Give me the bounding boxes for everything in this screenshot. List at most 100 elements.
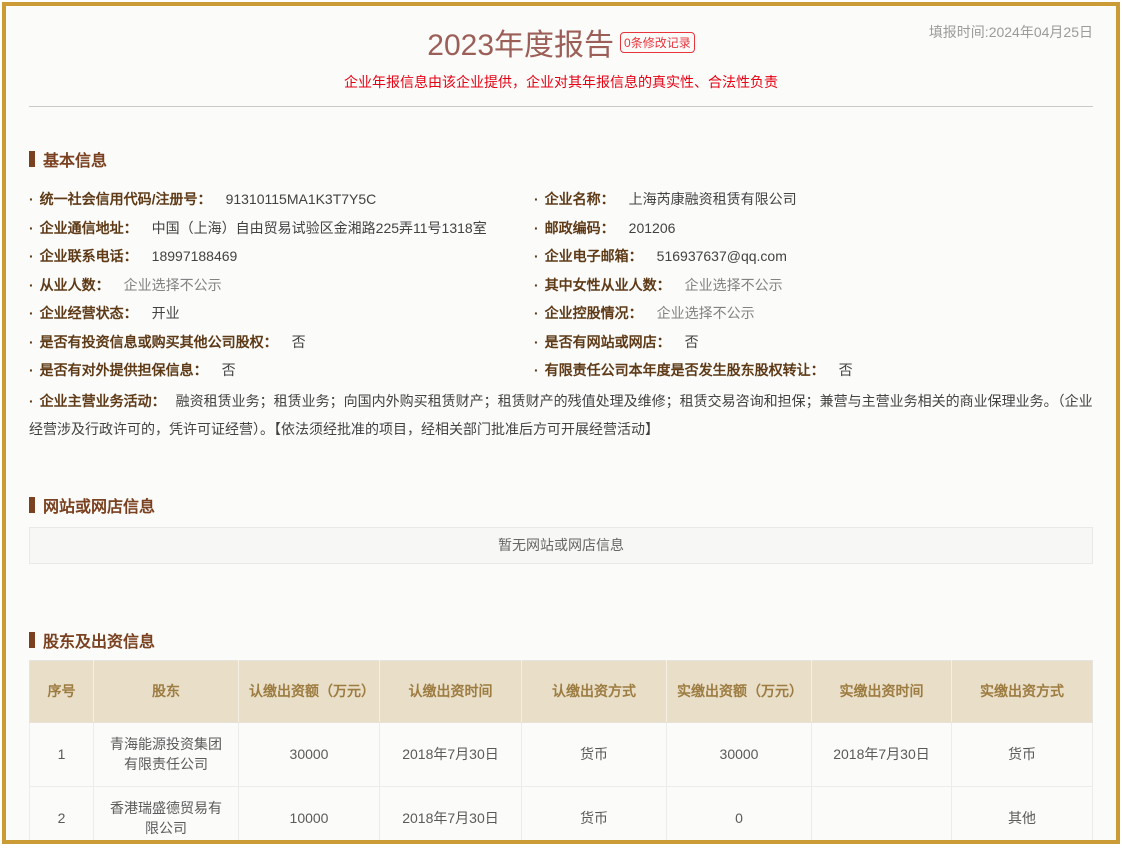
info-label: 其中女性从业人数： [545,275,671,295]
cell-paid-date [812,786,952,844]
info-item-has-website: · 是否有网站或网店： 否 [534,328,1093,357]
col-header-subscribed-amount: 认缴出资额（万元） [239,660,380,722]
bullet-dot: · [29,334,34,350]
info-item-postcode: · 邮政编码： 201206 [534,214,1093,243]
cell-paid-amount: 30000 [667,722,812,786]
info-item-investment: ·是否有投资信息或购买其他公司股权：否 [29,328,534,357]
section-website-info: 网站或网店信息 暂无网站或网店信息 [29,493,1093,564]
cell-subscribed-date: 2018年7月30日 [380,722,522,786]
info-item-business-status: · 企业经营状态： 开业 [29,299,534,328]
annual-report-page: 2023年度报告 0条修改记录 填报时间:2024年04月25日 企业年报信息由该… [2,2,1120,844]
cell-paid-method: 其他 [952,786,1093,844]
header-divider [29,106,1093,107]
report-fill-time: 填报时间:2024年04月25日 [929,22,1093,42]
info-item-holding-status: · 企业控股情况： 企业选择不公示 [534,299,1093,328]
bullet-dot: · [534,334,539,350]
info-value: 中国（上海）自由贸易试验区金湘路225弄11号1318室 [152,218,487,238]
info-value: 企业选择不公示 [685,275,783,295]
info-value: 91310115MA1K3T7Y5C [226,191,377,207]
page-title: 2023年度报告 [427,29,614,62]
bullet-dot: · [534,248,539,264]
col-header-shareholder: 股东 [94,660,239,722]
bullet-dot: · [29,277,34,293]
info-value: 上海芮康融资租赁有限公司 [629,189,797,209]
shareholders-table: 序号 股东 认缴出资额（万元） 认缴出资时间 认缴出资方式 实缴出资额（万元） … [29,660,1093,845]
table-header-row: 序号 股东 认缴出资额（万元） 认缴出资时间 认缴出资方式 实缴出资额（万元） … [30,660,1093,722]
bullet-dot: · [534,191,539,207]
section-title-text: 股东及出资信息 [43,628,155,652]
cell-paid-method: 货币 [952,722,1093,786]
info-label: 是否有投资信息或购买其他公司股权： [40,332,278,352]
cell-paid-date: 2018年7月30日 [812,722,952,786]
col-header-subscribed-date: 认缴出资时间 [380,660,522,722]
basic-info-title: 基本信息 [29,147,1093,171]
table-row: 1 青海能源投资集团有限责任公司 30000 2018年7月30日 货币 300… [30,722,1093,786]
bullet-dot: · [29,305,34,321]
website-info-title: 网站或网店信息 [29,493,1093,517]
info-item-phone: ·企业联系电话：18997188469 [29,242,534,271]
info-label: 企业通信地址： [40,218,138,238]
section-marker [29,497,35,513]
cell-seq: 2 [30,786,94,844]
info-label: 企业经营状态： [40,303,138,323]
bullet-dot: · [534,277,539,293]
cell-subscribed-amount: 10000 [239,786,380,844]
bullet-dot: · [29,362,34,378]
shareholders-title: 股东及出资信息 [29,628,1093,652]
info-item-guarantee: ·是否有对外提供担保信息：否 [29,356,534,385]
bullet-dot: · [534,305,539,321]
cell-subscribed-date: 2018年7月30日 [380,786,522,844]
section-marker [29,151,35,167]
disclaimer-text: 企业年报信息由该企业提供，企业对其年报信息的真实性、合法性负责 [29,72,1093,92]
info-item-address: ·企业通信地址：中国（上海）自由贸易试验区金湘路225弄11号1318室 [29,214,534,243]
info-label: 邮政编码： [545,218,615,238]
info-item-equity-transfer: · 有限责任公司本年度是否发生股东股权转让： 否 [534,356,1093,385]
info-label: 是否有网站或网店： [545,332,671,352]
bullet-dot: · [534,220,539,236]
bullet-dot: · [534,362,539,378]
info-item-credit-code: · 统一社会信用代码/注册号： 91310115MA1K3T7Y5C [29,185,534,214]
section-title-text: 基本信息 [43,147,107,171]
info-item-employees: ·从业人数：企业选择不公示 [29,271,534,300]
col-header-seq: 序号 [30,660,94,722]
info-value: 516937637@qq.com [657,248,787,264]
info-value: 融资租赁业务；租赁业务；向国内外购买租赁财产；租赁财产的残值处理及维修；租赁交易… [29,393,1093,437]
info-value: 否 [839,360,853,380]
cell-paid-amount: 0 [667,786,812,844]
info-item-company-name: · 企业名称： 上海芮康融资租赁有限公司 [534,185,1093,214]
cell-seq: 1 [30,722,94,786]
info-value: 企业选择不公示 [657,303,755,323]
info-item-main-business: · 企业主营业务活动：融资租赁业务；租赁业务；向国内外购买租赁财产；租赁财产的残值… [29,387,1093,443]
info-value: 否 [222,360,236,380]
cell-shareholder: 香港瑞盛德贸易有限公司 [94,786,239,844]
basic-info-grid: · 统一社会信用代码/注册号： 91310115MA1K3T7Y5C · 企业名称： 上… [29,185,1093,443]
info-label: 企业联系电话： [40,246,138,266]
info-label: 企业名称： [545,189,615,209]
cell-subscribed-method: 货币 [522,786,667,844]
info-label: 统一社会信用代码/注册号： [40,189,212,209]
info-value: 否 [685,332,699,352]
bullet-dot: · [29,393,34,409]
section-basic-info: 基本信息 · 统一社会信用代码/注册号： 91310115MA1K3T7Y5C · 企… [29,147,1093,443]
info-label: 企业控股情况： [545,303,643,323]
info-value: 开业 [152,303,180,323]
info-label: 企业电子邮箱： [545,246,643,266]
info-value: 18997188469 [152,248,238,264]
info-value: 201206 [629,220,676,236]
bullet-dot: · [29,191,34,207]
section-title-text: 网站或网店信息 [43,493,155,517]
info-label: 有限责任公司本年度是否发生股东股权转让： [545,360,825,380]
section-marker [29,632,35,648]
report-header: 2023年度报告 0条修改记录 填报时间:2024年04月25日 企业年报信息由该… [29,6,1093,107]
cell-subscribed-method: 货币 [522,722,667,786]
revision-record-badge[interactable]: 0条修改记录 [620,32,695,53]
col-header-paid-method: 实缴出资方式 [952,660,1093,722]
info-label: 从业人数： [40,275,110,295]
table-row: 2 香港瑞盛德贸易有限公司 10000 2018年7月30日 货币 0 其他 [30,786,1093,844]
col-header-subscribed-method: 认缴出资方式 [522,660,667,722]
section-shareholders: 股东及出资信息 序号 股东 认缴出资额（万元） 认缴出资时间 认缴出资方式 实缴… [29,628,1093,845]
website-empty-message: 暂无网站或网店信息 [29,527,1093,564]
info-label: 企业主营业务活动： [40,393,166,409]
cell-subscribed-amount: 30000 [239,722,380,786]
info-item-email: · 企业电子邮箱： 516937637@qq.com [534,242,1093,271]
